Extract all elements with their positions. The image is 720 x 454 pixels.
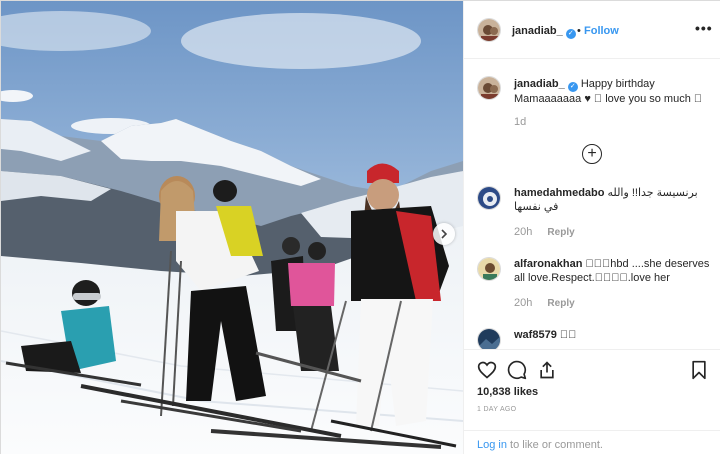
comment-body: hamedahmedabo برنسيسة جدا!! والله في نفس… (514, 186, 712, 214)
author-username[interactable]: janadiab_ ✓ (512, 25, 576, 39)
verified-icon: ✓ (567, 82, 578, 92)
follow-button[interactable]: Follow (584, 25, 619, 37)
verified-icon: ✓ (565, 29, 576, 39)
post-date[interactable]: 1 DAY AGO (477, 406, 516, 413)
bookmark-icon[interactable] (690, 360, 708, 380)
post-side-panel: janadiab_ ✓ • Follow ••• janadiab_ ✓ Happy… (463, 1, 720, 454)
reply-button[interactable]: Reply (547, 298, 574, 309)
next-photo-button[interactable] (433, 223, 455, 245)
plus-circle-icon: + (587, 144, 597, 162)
avatar-image (478, 258, 500, 280)
login-prompt-text: Log in to like or comment. (477, 439, 603, 451)
ski-photo-illustration (1, 1, 463, 454)
reply-button[interactable]: Reply (547, 227, 574, 238)
comment-avatar[interactable] (477, 186, 501, 210)
caption: janadiab_ ✓ Happy birthday Mamaaaaaaa ♥ 󾓮… (514, 77, 710, 106)
avatar-image (478, 329, 500, 349)
avatar-image (478, 77, 500, 99)
caption-avatar[interactable] (477, 76, 501, 100)
separator-dot: • (577, 25, 581, 37)
comment-username[interactable]: alfaronakhan (514, 258, 582, 270)
comment-body: alfaronakhan 󾓮󾓮󾓮hbd ....she deserves all… (514, 257, 712, 285)
comment-timestamp[interactable]: 20h (514, 226, 532, 238)
next-arrow-icon (441, 229, 448, 239)
post-dialog: janadiab_ ✓ • Follow ••• janadiab_ ✓ Happy… (0, 0, 720, 454)
login-link[interactable]: Log in (477, 439, 507, 451)
avatar-image (478, 187, 500, 209)
avatar[interactable] (477, 18, 501, 42)
share-icon[interactable] (537, 360, 557, 380)
heart-icon[interactable] (477, 360, 497, 380)
load-more-comments-button[interactable]: + (582, 144, 602, 164)
author-username-text: janadiab_ (512, 25, 563, 37)
comment-body: waf8579 󾓮󾓮 (514, 328, 712, 342)
likes-count[interactable]: 10,838 likes (477, 386, 538, 398)
comment-text: 󾓮󾓮 (559, 329, 577, 341)
action-bar: 10,838 likes 1 DAY AGO Log in to like or… (464, 349, 720, 454)
login-prompt: Log in to like or comment. (464, 430, 720, 454)
comment-avatar[interactable] (477, 328, 501, 349)
comment-icon[interactable] (507, 360, 527, 380)
comment-username[interactable]: waf8579 (514, 329, 557, 341)
comments-section: janadiab_ ✓ Happy birthday Mamaaaaaaa ♥ 󾓮… (464, 60, 720, 349)
post-header: janadiab_ ✓ • Follow ••• (464, 1, 720, 59)
caption-timestamp[interactable]: 1d (514, 116, 526, 128)
caption-username[interactable]: janadiab_ (514, 78, 565, 90)
comment-timestamp[interactable]: 20h (514, 297, 532, 309)
post-photo[interactable] (1, 1, 463, 454)
more-options-icon[interactable]: ••• (695, 20, 713, 36)
comment-avatar[interactable] (477, 257, 501, 281)
avatar-image (478, 19, 500, 41)
comment-meta: 20h Reply (514, 226, 575, 238)
login-rest-text: to like or comment. (506, 439, 603, 451)
comment-meta: 20h Reply (514, 297, 575, 309)
comment-username[interactable]: hamedahmedabo (514, 187, 604, 199)
